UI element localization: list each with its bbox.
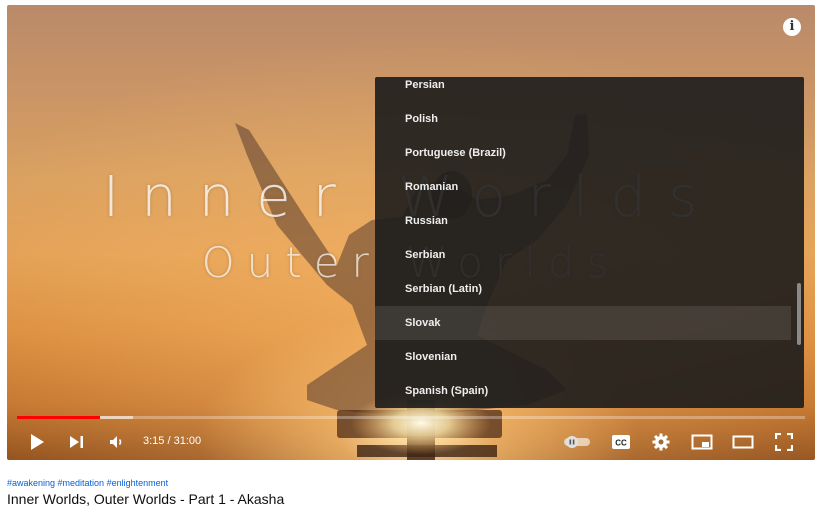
fullscreen-icon[interactable] (771, 423, 797, 460)
menu-item-polish[interactable]: Polish (375, 102, 791, 136)
menu-item-serbian-latin[interactable]: Serbian (Latin) (375, 272, 791, 306)
progress-bar[interactable] (17, 416, 805, 419)
hashtag-links[interactable]: #awakening #meditation #enlightenment (7, 478, 168, 488)
play-icon[interactable] (25, 423, 49, 460)
menu-item-portuguese-brazil[interactable]: Portuguese (Brazil) (375, 136, 791, 170)
cc-icon[interactable]: CC (609, 423, 633, 460)
next-icon[interactable] (65, 423, 89, 460)
progress-played (17, 416, 100, 419)
menu-item-slovak[interactable]: Slovak (375, 306, 791, 340)
video-title: Inner Worlds, Outer Worlds - Part 1 - Ak… (7, 491, 285, 507)
autoplay-toggle-icon[interactable] (561, 423, 593, 460)
menu-scrollbar[interactable] (797, 283, 801, 345)
subtitle-language-menu: Persian Polish Portuguese (Brazil) Roman… (375, 77, 804, 408)
menu-item-serbian[interactable]: Serbian (375, 238, 791, 272)
miniplayer-icon[interactable] (689, 423, 715, 460)
volume-icon[interactable] (106, 423, 128, 460)
time-display: 3:15 / 31:00 (143, 435, 202, 447)
menu-item-persian[interactable]: Persian (375, 77, 791, 102)
menu-item-spanish-spain[interactable]: Spanish (Spain) (375, 374, 791, 408)
menu-item-slovenian[interactable]: Slovenian (375, 340, 791, 374)
video-player[interactable]: Inner Worlds Outer Worlds i Persian Poli… (7, 5, 815, 460)
menu-item-russian[interactable]: Russian (375, 204, 791, 238)
menu-item-romanian[interactable]: Romanian (375, 170, 791, 204)
theater-icon[interactable] (729, 423, 757, 460)
gear-icon[interactable] (649, 423, 673, 460)
info-icon[interactable]: i (783, 18, 801, 36)
player-controls: 3:15 / 31:00 CC (7, 423, 815, 460)
cc-label: CC (615, 438, 627, 447)
